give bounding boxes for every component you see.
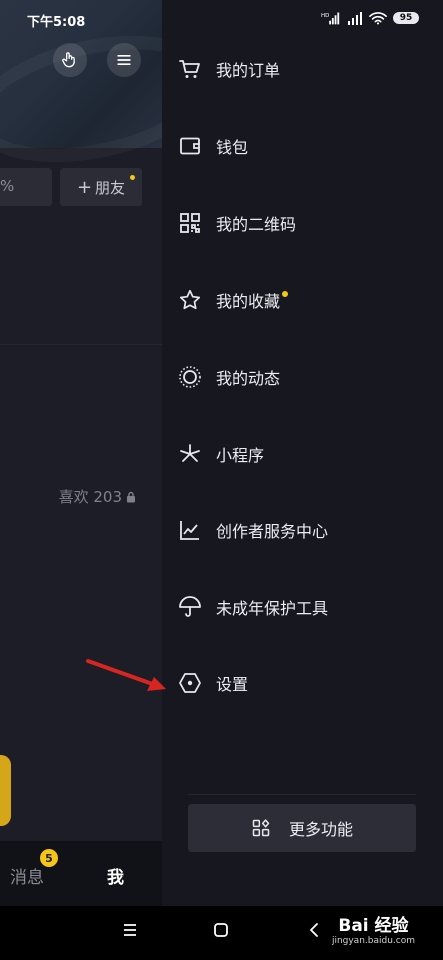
hand-pointer-icon bbox=[62, 52, 75, 68]
profile-page: 下午5:08 % + 朋友 喜欢 203 消息 5 我 bbox=[0, 0, 162, 906]
divider bbox=[188, 794, 416, 795]
divider bbox=[0, 344, 162, 345]
menu-item-mini-programs[interactable]: 小程序 bbox=[178, 434, 428, 474]
add-friend-label: 朋友 bbox=[95, 178, 126, 197]
signal-icon bbox=[348, 12, 362, 25]
menu-item-label: 我的收藏 bbox=[216, 292, 281, 311]
bottom-nav: 消息 5 我 bbox=[0, 841, 162, 906]
menu-item-creator-center[interactable]: 创作者服务中心 bbox=[178, 510, 428, 550]
status-icons: HD 95 bbox=[321, 11, 419, 25]
wallet-icon bbox=[180, 137, 200, 155]
notification-dot bbox=[130, 175, 135, 180]
partial-field[interactable]: % bbox=[0, 168, 52, 206]
chart-line-icon bbox=[180, 521, 199, 540]
hamburger-icon bbox=[117, 55, 131, 65]
mini-program-icon bbox=[180, 444, 200, 462]
menu-item-label: 钱包 bbox=[216, 138, 249, 157]
nav-me[interactable]: 我 bbox=[107, 863, 124, 888]
likes-tab[interactable]: 喜欢 203 bbox=[59, 486, 136, 507]
umbrella-icon bbox=[179, 596, 201, 617]
likes-label: 喜欢 203 bbox=[58, 488, 122, 506]
qr-code-icon bbox=[180, 213, 200, 233]
add-friend-button[interactable]: + 朋友 bbox=[60, 168, 142, 206]
signal-hd-icon: HD bbox=[321, 12, 340, 25]
menu-item-settings[interactable]: 设置 bbox=[178, 663, 428, 703]
menu-item-label: 小程序 bbox=[216, 446, 265, 465]
floating-tab[interactable] bbox=[0, 755, 11, 826]
menu-item-label: 创作者服务中心 bbox=[216, 522, 329, 541]
home-icon[interactable] bbox=[213, 922, 229, 938]
more-features-button[interactable]: 更多功能 bbox=[188, 804, 416, 852]
menu-item-favorites[interactable]: 我的收藏 bbox=[178, 280, 428, 320]
messages-badge: 5 bbox=[40, 849, 58, 867]
menu-item-label: 未成年保护工具 bbox=[216, 599, 329, 618]
menu-item-label: 我的动态 bbox=[216, 369, 281, 388]
menu-item-orders[interactable]: 我的订单 bbox=[178, 49, 428, 89]
menu-item-qr-code[interactable]: 我的二维码 bbox=[178, 203, 428, 243]
system-nav-bar: Bai 经验 jingyan.baidu.com bbox=[0, 906, 443, 960]
wifi-icon bbox=[369, 12, 387, 25]
plus-icon: + bbox=[76, 176, 93, 198]
menu-item-label: 我的订单 bbox=[216, 61, 281, 80]
lock-icon bbox=[127, 491, 135, 502]
svg-text:HD: HD bbox=[321, 13, 329, 19]
back-icon[interactable] bbox=[308, 922, 320, 938]
cart-icon bbox=[179, 60, 200, 78]
menu-item-moments[interactable]: 我的动态 bbox=[178, 357, 428, 397]
menu-item-label: 设置 bbox=[216, 675, 249, 694]
more-features-label: 更多功能 bbox=[288, 820, 353, 839]
star-icon bbox=[179, 289, 201, 310]
baidu-jingyan-watermark: Bai 经验 jingyan.baidu.com bbox=[331, 916, 415, 946]
menu-item-label: 我的二维码 bbox=[216, 215, 297, 234]
red-arrow-annotation bbox=[86, 659, 166, 691]
hexagon-settings-icon bbox=[179, 673, 201, 693]
favorites-dot bbox=[282, 291, 289, 297]
status-time: 下午5:08 bbox=[27, 15, 86, 30]
menu-item-minor-protection[interactable]: 未成年保护工具 bbox=[178, 587, 428, 627]
menu-button[interactable] bbox=[107, 43, 141, 77]
side-drawer: HD 95 我的订单 钱包 我的二维码 我的收藏 我的动态 小程序 创作者服务中… bbox=[162, 0, 443, 906]
dotted-circle-icon bbox=[179, 366, 201, 388]
recents-icon[interactable] bbox=[122, 922, 138, 938]
grid-icon bbox=[252, 819, 270, 837]
nav-messages[interactable]: 消息 bbox=[10, 863, 44, 888]
menu-item-wallet[interactable]: 钱包 bbox=[178, 126, 428, 166]
battery-indicator: 95 bbox=[393, 12, 419, 24]
gesture-button[interactable] bbox=[53, 43, 87, 77]
